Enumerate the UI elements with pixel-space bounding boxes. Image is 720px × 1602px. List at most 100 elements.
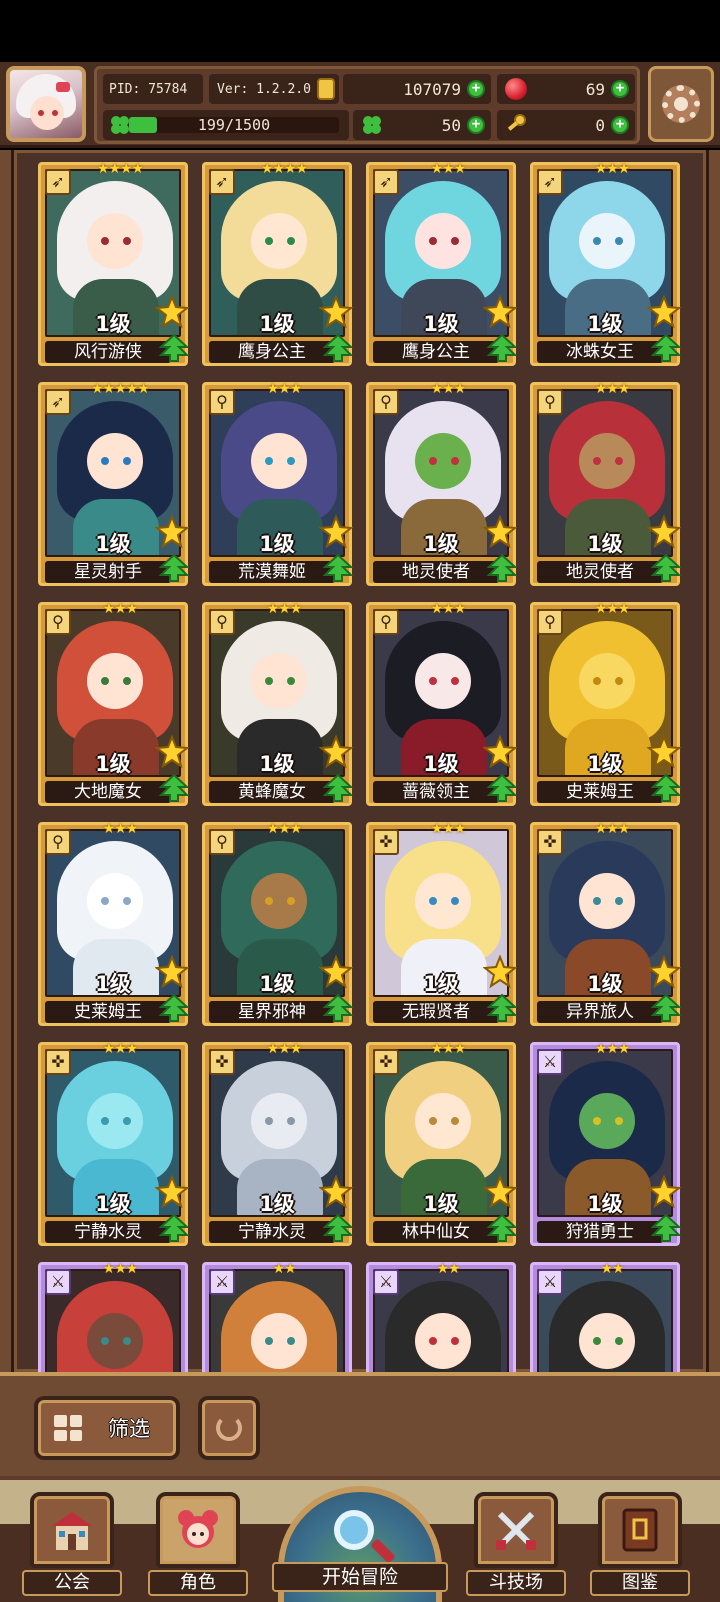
- hero-name: 异界旅人: [537, 1001, 663, 1023]
- add-gold-button[interactable]: +: [467, 80, 485, 98]
- nav-arena[interactable]: 斗技场: [466, 1488, 566, 1598]
- hero-card[interactable]: ⚲ ★★★ 1级 史莱姆王: [530, 601, 681, 806]
- level-up-arrow-icon: [159, 773, 189, 802]
- hero-card[interactable]: ⚲ ★★★ 1级 黄蜂魔女: [202, 601, 353, 806]
- class-bow-icon: ➶: [209, 169, 235, 195]
- class-staff-icon: ⚲: [373, 609, 399, 635]
- add-key-button[interactable]: +: [611, 116, 629, 134]
- hero-card-grid: ➶ ★★★★ 1级 风行游侠 ➶ ★★★★ 1级 鹰身公主 ➶ ★★★ 1级 鹰身公主 ➶ ★★★ 1级 冰蛛…: [0, 150, 720, 1372]
- level-up-arrow-icon: [487, 993, 517, 1022]
- hero-card[interactable]: ⚔ ★★: [530, 1261, 680, 1372]
- bottom-navigation: 公会 角色 开始冒险 斗技场 图鉴: [0, 1476, 720, 1602]
- class-cross-icon: ✜: [45, 1049, 71, 1075]
- level-up-arrow-icon: [651, 1213, 681, 1242]
- star-rating: ★★★: [266, 601, 303, 617]
- refresh-icon: [216, 1415, 242, 1441]
- class-cross-icon: ✜: [537, 829, 563, 855]
- version-text: Ver: 1.2.2.0: [217, 81, 311, 97]
- class-staff-icon: ⚲: [209, 609, 235, 635]
- class-bow-icon: ➶: [537, 169, 563, 195]
- level-up-arrow-icon: [487, 773, 517, 802]
- hero-card[interactable]: ✜ ★★★ 1级 宁静水灵: [38, 1041, 189, 1246]
- hero-card[interactable]: ➶ ★★★★★ 1级 星灵射手: [38, 381, 189, 586]
- star-upgrade-icon: [483, 1175, 517, 1209]
- level-up-arrow-icon: [651, 333, 681, 362]
- level-up-arrow-icon: [651, 553, 681, 582]
- level-up-arrow-icon: [651, 993, 681, 1022]
- class-sword-icon: ⚔: [537, 1269, 563, 1295]
- class-cross-icon: ✜: [373, 1049, 399, 1075]
- level-up-arrow-icon: [323, 553, 353, 582]
- level-up-arrow-icon: [323, 993, 353, 1022]
- star-upgrade-icon: [483, 955, 517, 989]
- hero-card[interactable]: ➶ ★★★★ 1级 风行游侠: [38, 161, 189, 366]
- level-up-arrow-icon: [159, 993, 189, 1022]
- hero-card[interactable]: ⚲ ★★★ 1级 大地魔女: [38, 601, 189, 806]
- clover-icon: [363, 116, 381, 134]
- hero-name: 林中仙女: [373, 1221, 499, 1243]
- star-rating: ★★★: [594, 821, 631, 837]
- hero-name: 无瑕贤者: [373, 1001, 499, 1023]
- player-avatar[interactable]: [6, 66, 86, 142]
- nav-heroes[interactable]: 角色: [148, 1488, 248, 1598]
- class-bow-icon: ➶: [45, 389, 71, 415]
- hero-card[interactable]: ⚲ ★★★ 1级 蔷薇领主: [366, 601, 517, 806]
- nav-adventure-label: 开始冒险: [272, 1562, 448, 1592]
- nav-codex-label: 图鉴: [590, 1570, 690, 1596]
- add-clover-button[interactable]: +: [467, 116, 485, 134]
- hero-card[interactable]: ⚔ ★★: [202, 1261, 352, 1372]
- star-upgrade-icon: [155, 515, 189, 549]
- add-gem-button[interactable]: +: [611, 80, 629, 98]
- hero-card[interactable]: ⚔ ★★: [366, 1261, 516, 1372]
- star-upgrade-icon: [319, 515, 353, 549]
- star-upgrade-icon: [483, 295, 517, 329]
- hero-card[interactable]: ✜ ★★★ 1级 林中仙女: [366, 1041, 517, 1246]
- hero-card[interactable]: ➶ ★★★★ 1级 鹰身公主: [202, 161, 353, 366]
- star-rating: ★★★: [594, 161, 631, 177]
- hero-card[interactable]: ⚲ ★★★ 1级 地灵使者: [530, 381, 681, 586]
- key-counter: 0 +: [497, 110, 635, 140]
- class-cross-icon: ✜: [209, 1049, 235, 1075]
- hero-card[interactable]: ⚲ ★★★ 1级 史莱姆王: [38, 821, 189, 1026]
- hero-card[interactable]: ➶ ★★★ 1级 冰蛛女王: [530, 161, 681, 366]
- star-upgrade-icon: [155, 955, 189, 989]
- filter-label: 筛选: [108, 1417, 150, 1441]
- star-rating: ★★★★★: [91, 381, 150, 397]
- settings-button[interactable]: [648, 66, 714, 142]
- hero-name: 史莱姆王: [537, 781, 663, 803]
- class-staff-icon: ⚲: [45, 829, 71, 855]
- hero-card[interactable]: ⚔ ★★★ 1级 狩猎勇士: [530, 1041, 681, 1246]
- hero-card[interactable]: ⚔ ★★★: [38, 1261, 188, 1372]
- star-upgrade-icon: [647, 515, 681, 549]
- key-value: 0: [595, 115, 605, 135]
- hero-name: 宁静水灵: [209, 1221, 335, 1243]
- refresh-button[interactable]: [198, 1396, 260, 1460]
- star-rating: ★★★: [594, 601, 631, 617]
- class-staff-icon: ⚲: [45, 609, 71, 635]
- nav-heroes-label: 角色: [148, 1570, 248, 1596]
- hero-card[interactable]: ⚲ ★★★ 1级 星界邪神: [202, 821, 353, 1026]
- class-bow-icon: ➶: [45, 169, 71, 195]
- hero-name: 狩猎勇士: [537, 1221, 663, 1243]
- hero-name: 冰蛛女王: [537, 341, 663, 363]
- hero-name: 地灵使者: [373, 561, 499, 583]
- hero-card[interactable]: ✜ ★★★ 1级 宁静水灵: [202, 1041, 353, 1246]
- clover-value: 50: [441, 115, 461, 135]
- top-resource-bar: PID: 75784 Ver: 1.2.2.0 107079 + 69 + 19…: [0, 62, 720, 148]
- nav-codex[interactable]: 图鉴: [590, 1488, 690, 1598]
- hero-name: 蔷薇领主: [373, 781, 499, 803]
- hero-card[interactable]: ➶ ★★★ 1级 鹰身公主: [366, 161, 517, 366]
- hero-card[interactable]: ✜ ★★★ 1级 异界旅人: [530, 821, 681, 1026]
- level-up-arrow-icon: [651, 773, 681, 802]
- class-staff-icon: ⚲: [373, 389, 399, 415]
- class-sword-icon: ⚔: [209, 1269, 235, 1295]
- hero-card[interactable]: ✜ ★★★ 1级 无瑕贤者: [366, 821, 517, 1026]
- hero-card[interactable]: ⚲ ★★★ 1级 地灵使者: [366, 381, 517, 586]
- star-rating: ★★: [436, 1261, 460, 1277]
- hero-name: 星界邪神: [209, 1001, 335, 1023]
- nav-adventure[interactable]: 开始冒险: [272, 1480, 448, 1602]
- level-up-arrow-icon: [487, 553, 517, 582]
- filter-button[interactable]: 筛选: [34, 1396, 180, 1460]
- hero-card[interactable]: ⚲ ★★★ 1级 荒漠舞姬: [202, 381, 353, 586]
- nav-guild[interactable]: 公会: [22, 1488, 122, 1598]
